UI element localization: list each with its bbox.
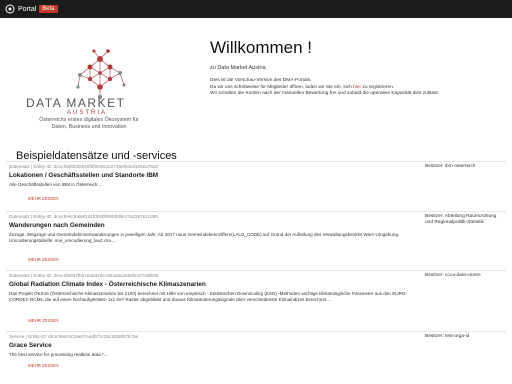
logo-tagline-line-1: Österreichs erstes digitales Ökosystem f… (39, 117, 139, 123)
intro-line-2-pre: Da wir uns schrittweise für Mitglieder ö… (210, 84, 354, 90)
item-meta: Service | Entity-ID: dma:59e42c3ae07eadb… (9, 334, 139, 339)
logo-wordmark: DATA MARKET (26, 96, 126, 110)
welcome-intro: Dies ist die Vorschau-Version des DMA-Po… (210, 78, 500, 98)
intro-line-2-post: zu registrieren. (361, 84, 395, 90)
item-owner: Besitzer: ibm-osterreich (425, 164, 476, 169)
show-more-link[interactable]: MEHR ZEIGEN (28, 318, 59, 323)
item-description: Alle Geschäftsstellen von IBM in Österre… (9, 182, 103, 187)
top-navigation-bar: Portal Beta (0, 0, 512, 18)
register-link[interactable]: hier (353, 85, 361, 90)
sample-datasets-list: Datensatz | Entity-ID: dma:f6d6f2d9b40fb… (6, 161, 506, 381)
logo-tagline-line-2: Daten, Business und Innovation (51, 124, 127, 130)
item-owner: Besitzer: Abteilung Raumordnung und Regi… (425, 214, 497, 225)
list-item: Datensatz | Entity-ID: dma:5e4c5a59f1d1f… (6, 211, 506, 270)
item-title[interactable]: Wanderungen nach Gemeinden (9, 222, 105, 229)
show-more-link[interactable]: MEHR ZEIGEN (28, 257, 59, 262)
logo-country: AUSTRIA (67, 110, 108, 116)
portal-logo-icon[interactable] (5, 4, 15, 14)
portal-link[interactable]: Portal (18, 6, 36, 13)
logo-tagline: Österreichs erstes digitales Ökosystem f… (24, 117, 154, 131)
beta-badge: Beta (39, 5, 58, 13)
item-owner: Besitzer: ccca-data-centre (425, 273, 481, 278)
list-item: Service | Entity-ID: dma:59e42c3ae07eadb… (6, 331, 506, 381)
show-more-link[interactable]: MEHR ZEIGEN (28, 196, 59, 201)
item-description: Das Projekt ÖKS15 (Österreichische Klima… (9, 291, 408, 303)
item-description: Zuzüge, Wegzüge und Gemeindebinnenwander… (9, 232, 400, 244)
item-title[interactable]: Global Radiation Climate Index - Österre… (9, 281, 206, 288)
welcome-subtitle: zu Data Market Austria (210, 65, 266, 71)
welcome-title: Willkommen ! (210, 38, 313, 57)
data-market-austria-logo (76, 49, 126, 100)
item-title[interactable]: Lokationen / Geschäftsstellen und Stando… (9, 172, 158, 179)
item-owner: Besitzer: test-orga-id (425, 334, 470, 339)
intro-line-3: Wir schalten die Konten nach der manuell… (210, 91, 440, 96)
list-item: Datensatz | Entity-ID: dma:f6d6f2d9b40fb… (6, 161, 506, 211)
item-description: The best service for processing realtime… (9, 352, 108, 357)
show-more-link[interactable]: MEHR ZEIGEN (28, 363, 59, 368)
item-meta: Datensatz | Entity-ID: dma:5e4c5a59f1d1f… (9, 214, 158, 219)
list-item: Datensatz | Entity-ID: dma:0fe6d7fb57ea0… (6, 270, 506, 331)
item-meta: Datensatz | Entity-ID: dma:f6d6f2d9b40fb… (9, 164, 159, 169)
item-title[interactable]: Grace Service (9, 342, 52, 349)
item-meta: Datensatz | Entity-ID: dma:0fe6d7fb57ea0… (9, 273, 159, 278)
welcome-panel: Willkommen ! zu Data Market Austria Dies… (210, 38, 500, 98)
